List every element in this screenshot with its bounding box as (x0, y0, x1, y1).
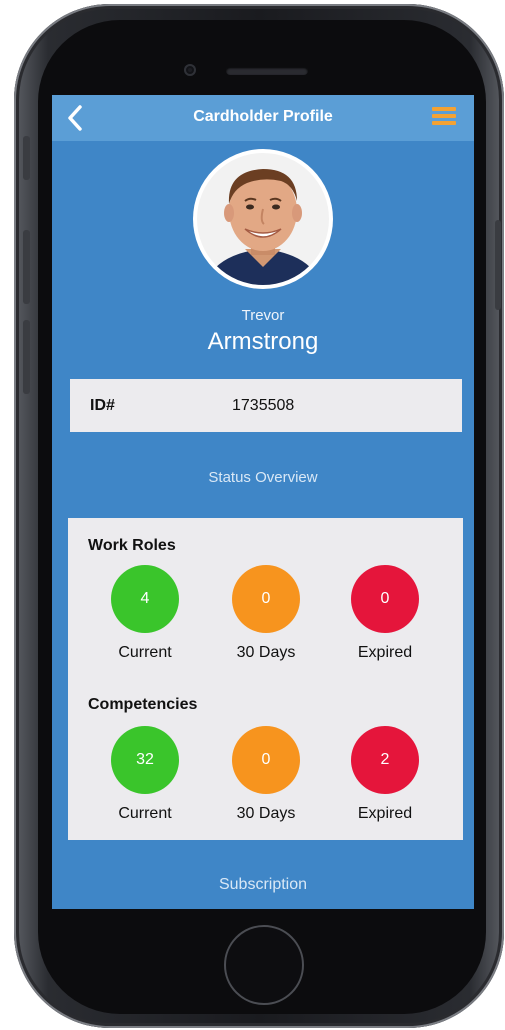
nav-bar: Cardholder Profile (52, 95, 474, 141)
work-roles-expired-label: Expired (357, 644, 413, 661)
hamburger-menu-icon (432, 107, 456, 125)
earpiece-speaker (226, 67, 308, 75)
back-button[interactable] (62, 101, 92, 135)
menu-button[interactable] (432, 107, 456, 129)
mute-switch (23, 136, 30, 180)
competencies-expired-badge[interactable]: 2 (351, 726, 419, 794)
work-roles-current-label: Current (118, 644, 172, 661)
first-name: Trevor (241, 307, 285, 324)
app-screen: Cardholder Profile Trevor Armstrong ID# … (52, 95, 474, 909)
status-card: Work Roles 4 0 0 Current 30 Days Expired… (68, 518, 463, 840)
power-button (495, 220, 501, 310)
competencies-current-badge[interactable]: 32 (111, 726, 179, 794)
id-card: ID# 1735508 (70, 379, 462, 432)
work-roles-30days-badge[interactable]: 0 (232, 565, 300, 633)
profile-photo (197, 153, 329, 285)
page-title: Cardholder Profile (193, 108, 333, 125)
competencies-heading: Competencies (88, 696, 198, 713)
chevron-left-icon (68, 105, 82, 131)
last-name: Armstrong (207, 328, 319, 355)
volume-up-button (23, 230, 30, 304)
work-roles-heading: Work Roles (88, 537, 176, 554)
id-value: 1735508 (232, 397, 295, 414)
competencies-30days-label: 30 Days (236, 805, 296, 822)
competencies-expired-label: Expired (357, 805, 413, 822)
work-roles-30days-label: 30 Days (236, 644, 296, 661)
front-camera-icon (184, 64, 196, 76)
work-roles-current-badge[interactable]: 4 (111, 565, 179, 633)
competencies-30days-badge[interactable]: 0 (232, 726, 300, 794)
id-label: ID# (90, 397, 115, 414)
status-overview-link[interactable]: Status Overview (52, 469, 474, 486)
work-roles-expired-badge[interactable]: 0 (351, 565, 419, 633)
avatar (193, 149, 333, 289)
page: Cardholder Profile Trevor Armstrong ID# … (0, 0, 505, 1030)
subscription-link[interactable]: Subscription (52, 876, 474, 894)
competencies-current-label: Current (118, 805, 172, 822)
volume-down-button (23, 320, 30, 394)
home-button[interactable] (224, 925, 304, 1005)
